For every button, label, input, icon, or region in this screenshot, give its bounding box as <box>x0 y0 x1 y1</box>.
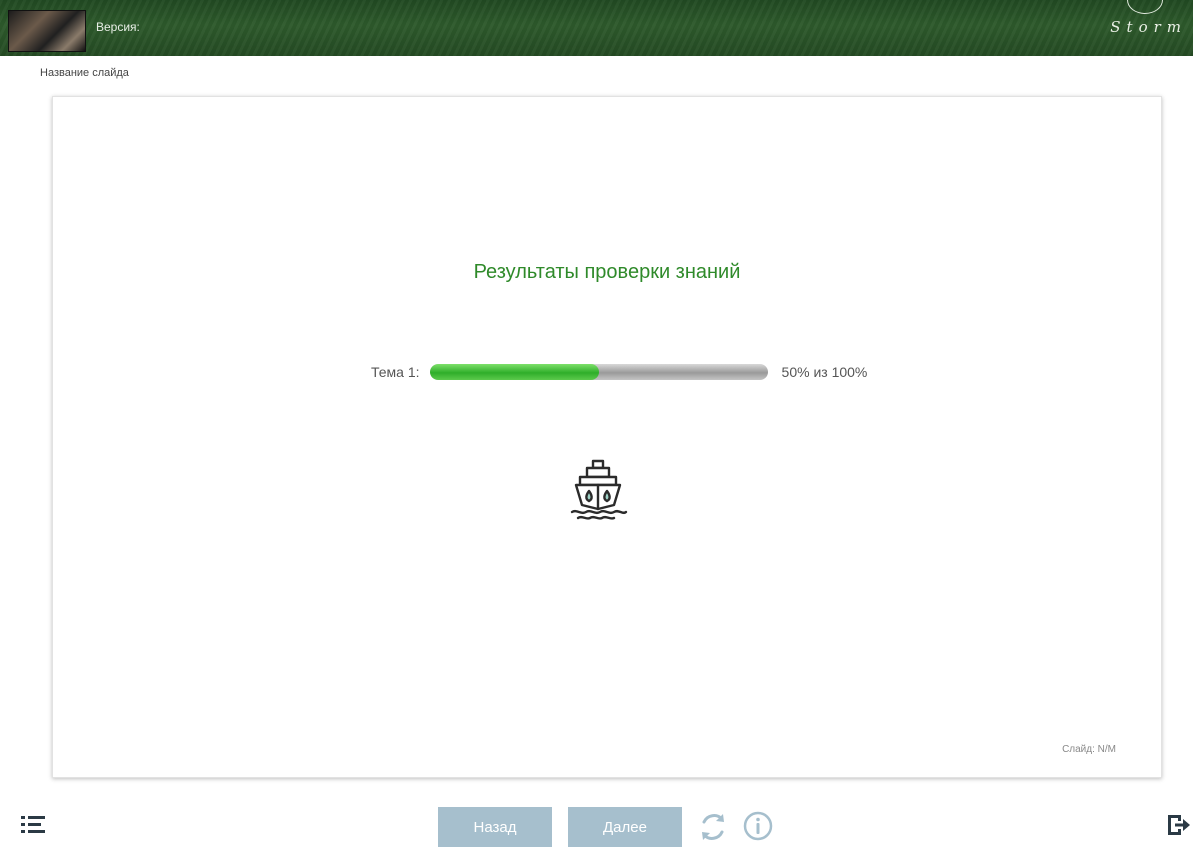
topic-label: Тема 1: <box>371 364 420 380</box>
app-header: Версия: Storm <box>0 0 1193 56</box>
menu-icon[interactable] <box>20 812 46 838</box>
version-label: Версия: <box>96 20 140 34</box>
info-icon[interactable] <box>742 810 774 842</box>
course-logo <box>8 10 86 52</box>
back-button[interactable]: Назад <box>438 807 552 847</box>
slide-counter: Слайд: N/M <box>1062 744 1116 755</box>
topic-score: 50% из 100% <box>781 364 868 380</box>
exit-icon[interactable] <box>1165 812 1191 838</box>
results-title: Результаты проверки знаний <box>473 261 741 283</box>
slide-name: Название слайда <box>40 67 129 79</box>
refresh-icon[interactable] <box>696 810 730 844</box>
topic-progress-fill <box>429 364 599 380</box>
ship-icon <box>570 459 628 520</box>
topic-result-row: Тема 1: 50% из 100% <box>371 361 867 383</box>
slide-card: Результаты проверки знаний Тема 1: 50% и… <box>52 96 1162 778</box>
topic-progress-bar <box>429 364 768 380</box>
brand-logo-ring <box>1127 0 1163 14</box>
next-button[interactable]: Далее <box>568 807 682 847</box>
brand-logo: Storm <box>1110 18 1187 36</box>
